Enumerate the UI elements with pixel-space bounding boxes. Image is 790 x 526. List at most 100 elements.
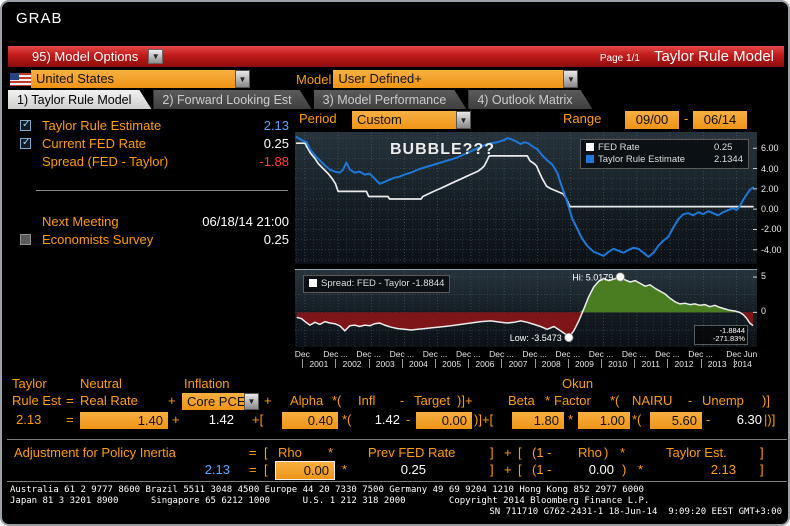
x-axis-month-label: Dec ... — [655, 349, 680, 359]
footer-line-2: Japan 81 3 3201 8900 Singapore 65 6212 1… — [10, 496, 784, 507]
chart-panel: Period Custom ▼ Range 09/00 - 06/14 BUBB… — [295, 110, 786, 372]
taylor-rule-estimate-label: Taylor Rule Estimate — [42, 118, 161, 133]
x-axis-year-label: 2003 — [376, 359, 395, 369]
formula-text: Real Rate — [80, 393, 138, 408]
formula-text: Alpha — [290, 393, 323, 408]
tab-outlook-matrix[interactable]: 4) Outlook Matrix — [468, 90, 592, 109]
x-axis-year-label: 2009 — [575, 359, 594, 369]
formula-text: - — [406, 412, 410, 427]
formula-text: Adjustment for Policy Inertia — [14, 445, 176, 460]
adjustment-equation-row: Adjustment for Policy Inertia = [ Rho * Prev … — [2, 445, 790, 463]
formula-text: Inflation — [184, 376, 230, 391]
economists-survey-checkbox[interactable] — [20, 234, 31, 245]
tab-forward-looking-est[interactable]: 2) Forward Looking Est — [153, 90, 311, 109]
alpha-input[interactable]: 0.40 — [282, 412, 338, 429]
x-axis-year-label: 2004 — [409, 359, 428, 369]
one-minus-rho-value: 0.00 — [570, 462, 614, 477]
x-axis-separator — [601, 359, 602, 368]
period-select[interactable]: Custom — [352, 111, 456, 129]
model-select[interactable]: User Defined+ — [333, 70, 563, 88]
next-meeting-value: 06/18/14 21:00 — [202, 214, 289, 229]
formula-text: Target — [414, 393, 450, 408]
x-axis-separator — [535, 359, 536, 368]
next-meeting-row: Next Meeting 06/18/14 21:00 — [8, 214, 295, 231]
beta-input[interactable]: 1.80 — [512, 412, 564, 429]
low-marker-dot — [565, 333, 573, 341]
real-rate-input[interactable]: 1.40 — [80, 412, 168, 429]
okun-factor-input[interactable]: 1.00 — [578, 412, 630, 429]
inflation-measure-select[interactable]: Core PCE — [182, 393, 244, 410]
taylor-formula-section: TaylorNeutralInflationOkun Rule Est=Real… — [2, 374, 790, 438]
y-axis-label: 2.00 — [761, 184, 779, 194]
nairu-input[interactable]: 5.60 — [650, 412, 702, 429]
formula-text: (1 - — [532, 445, 552, 460]
spread-chart-y-axis: 50 — [761, 269, 790, 346]
formula-text: * — [620, 445, 625, 460]
taylor-rule-estimate-row: Taylor Rule Estimate 2.13 — [8, 118, 295, 135]
taylor-rule-estimate-checkbox[interactable] — [20, 120, 31, 131]
country-select[interactable]: United States — [31, 70, 235, 88]
spread-row: Spread (FED - Taylor) -1.88 — [8, 154, 295, 171]
formula-text: +[ — [252, 412, 263, 427]
main-chart-y-axis: 6.004.002.000.00-2.00-4.00 — [761, 132, 790, 264]
current-fed-rate-value: 0.25 — [264, 136, 289, 151]
formula-text: ] — [490, 445, 494, 460]
model-select-arrow-icon[interactable]: ▼ — [563, 70, 578, 88]
tab-taylor-rule-model[interactable]: 1) Taylor Rule Model — [8, 90, 151, 109]
formula-text: Prev FED Rate — [368, 445, 455, 460]
terminal-footer: Australia 61 2 9777 8600 Brazil 5511 304… — [10, 485, 784, 518]
rho-input[interactable]: 0.00 — [276, 462, 334, 479]
formula-text: - — [688, 393, 692, 408]
formula-text: * — [638, 462, 643, 477]
inflation-measure-select-arrow-icon[interactable]: ▼ — [244, 393, 259, 410]
x-axis: DecDec ...Dec ...Dec ...Dec ...Dec ...De… — [295, 348, 757, 372]
x-axis-year-label: 2014 — [733, 359, 752, 369]
tab-model-performance[interactable]: 3) Model Performance — [314, 90, 467, 109]
spread-chart-legend: Spread: FED - Taylor -1.8844 — [303, 275, 450, 293]
formula-text: + — [264, 393, 272, 408]
x-axis-year-label: 2006 — [475, 359, 494, 369]
spread-value: -1.88 — [259, 154, 289, 169]
formula-text: *( — [632, 412, 641, 427]
range-from-input[interactable]: 09/00 — [625, 111, 679, 129]
formula-text: Rho — [278, 445, 302, 460]
chevron-down-icon[interactable]: ▼ — [148, 49, 163, 64]
red-menu-bar: 95) Model Options ▼ Page 1/1 Taylor Rule… — [8, 46, 784, 67]
formula-text: ] — [760, 445, 764, 460]
formula-text: + — [504, 462, 512, 477]
model-label: Model — [296, 72, 331, 87]
range-to-input[interactable]: 06/14 — [693, 111, 747, 129]
formula-text: Infl — [358, 393, 375, 408]
country-select-arrow-icon[interactable]: ▼ — [235, 70, 250, 88]
formula-text: Taylor — [12, 376, 47, 391]
x-axis-separator — [335, 359, 336, 368]
x-axis-separator — [435, 359, 436, 368]
period-select-arrow-icon[interactable]: ▼ — [456, 111, 471, 129]
current-fed-rate-checkbox[interactable] — [20, 138, 31, 149]
legend-row-taylor: Taylor Rule Estimate2.1344 — [586, 154, 743, 166]
formula-text: *( — [342, 412, 351, 427]
panel-divider — [36, 190, 288, 191]
x-axis-month-label: Dec — [295, 349, 310, 359]
fed-rate-legend-label: FED Rate — [598, 142, 706, 154]
unemp-value: 6.30 — [716, 412, 762, 427]
footer-line-3: SN 711710 G762-2431-1 18-Jun-14 9:09:20 … — [10, 507, 784, 518]
model-options-label: 95) Model Options — [32, 49, 138, 64]
model-options-button[interactable]: 95) Model Options ▼ — [32, 49, 163, 64]
x-axis-separator — [402, 359, 403, 368]
spread-chart: Low: -3.5473Hi: 5.0179 Spread: FED - Tay… — [295, 269, 757, 347]
formula-text: = — [66, 393, 74, 408]
formula-text: = — [249, 445, 257, 460]
x-axis-year-label: 2001 — [309, 359, 328, 369]
formula-text: * — [545, 393, 550, 408]
core-pce-value: 1.42 — [192, 412, 234, 427]
x-axis-month-label: Dec ... — [489, 349, 514, 359]
selector-row: United States ▼ Model User Defined+ ▼ — [8, 69, 784, 89]
x-axis-separator — [468, 359, 469, 368]
target-input[interactable]: 0.00 — [416, 412, 472, 429]
formula-text: (1 - — [532, 462, 552, 477]
x-axis-separator — [734, 359, 735, 368]
formula-text: Neutral — [80, 376, 122, 391]
x-axis-month-label: Dec ... — [356, 349, 381, 359]
formula-text: [ — [264, 445, 268, 460]
